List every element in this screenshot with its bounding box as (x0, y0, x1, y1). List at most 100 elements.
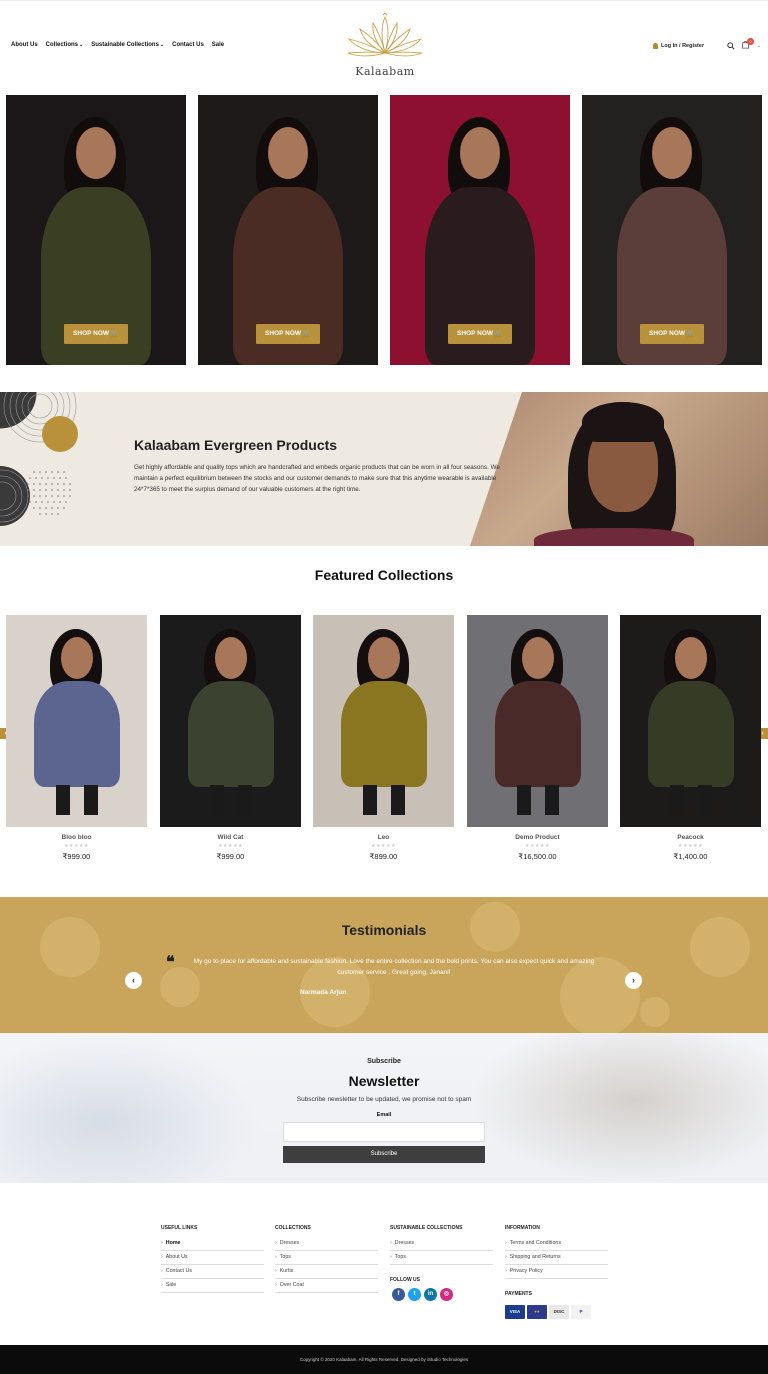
rating-stars: ★★★★★ (525, 843, 550, 849)
testimonials-title: Testimonials (341, 922, 427, 938)
shop-now-button[interactable]: SHOP NOW 🛒 (256, 324, 320, 344)
newsletter-description: Subscribe newsletter to be updated, we p… (296, 1096, 472, 1103)
payments-title: PAYMENTS (505, 1291, 532, 1297)
footer-column-title: COLLECTIONS (275, 1225, 311, 1231)
footer-useful-links: USEFUL LINKS Home About Us Contact Us Sa… (161, 1225, 264, 1293)
hero-card[interactable]: SHOP NOW 🛒 (6, 95, 186, 365)
product-name[interactable]: Peacock (620, 834, 761, 841)
rating-stars: ★★★★★ (64, 843, 89, 849)
hero-card[interactable]: SHOP NOW 🛒 (582, 95, 762, 365)
footer-link-kurtis[interactable]: Kurtis (275, 1265, 378, 1279)
product-card[interactable]: Bloo bloo ★★★★★ ₹999.00 (6, 615, 147, 861)
footer-information: INFORMATION Terms and Conditions Shippin… (505, 1225, 608, 1279)
product-name[interactable]: Leo (313, 834, 454, 841)
copyright-text: Copyright © 2020 Kalaabam. All Rights Re… (299, 1357, 469, 1362)
footer-sustainable: SUSTAINABLE COLLECTIONS Dresses Tops (390, 1225, 493, 1265)
testimonial-author: Narmada Arjun (300, 989, 347, 996)
featured-title: Featured Collections (314, 567, 454, 583)
rating-stars: ★★★★★ (218, 843, 243, 849)
footer-link-sustainable-dresses[interactable]: Dresses (390, 1237, 493, 1251)
shop-now-button[interactable]: SHOP NOW 🛒 (448, 324, 512, 344)
rating-stars: ★★★★★ (371, 843, 396, 849)
testimonial-quote: My go to place for affordable and sustai… (193, 958, 595, 976)
footer-link-terms[interactable]: Terms and Conditions (505, 1237, 608, 1251)
nav-sale[interactable]: Sale (212, 42, 224, 48)
instagram-icon[interactable]: ◎ (440, 1288, 453, 1301)
product-image[interactable] (6, 615, 147, 827)
twitter-icon[interactable]: t (408, 1288, 421, 1301)
site-header: About Us Collections⌄ Sustainable Collec… (0, 0, 768, 90)
product-image[interactable] (620, 615, 761, 827)
footer-collections: COLLECTIONS Dresses Tops Kurtis Over Coa… (275, 1225, 378, 1293)
shop-now-button[interactable]: SHOP NOW 🛒 (640, 324, 704, 344)
product-image[interactable] (313, 615, 454, 827)
evergreen-title: Kalaabam Evergreen Products (134, 437, 338, 453)
newsletter-subtitle: Subscribe (367, 1058, 401, 1065)
hero-card[interactable]: SHOP NOW 🛒 (198, 95, 378, 365)
footer-link-sustainable-tops[interactable]: Tops (390, 1251, 493, 1265)
footer-link-privacy[interactable]: Privacy Policy (505, 1265, 608, 1279)
testimonial-next-arrow[interactable]: › (625, 972, 642, 989)
footer-link-about-us[interactable]: About Us (161, 1251, 264, 1265)
nav-contact-us[interactable]: Contact Us (172, 42, 204, 48)
email-field[interactable] (283, 1122, 485, 1142)
product-card[interactable]: Wild Cat ★★★★★ ₹999.00 (160, 615, 301, 861)
facebook-icon[interactable]: f (392, 1288, 405, 1301)
site-logo[interactable]: Kalaabam (340, 12, 430, 81)
chevron-down-icon: ⌄ (79, 42, 84, 48)
product-name[interactable]: Wild Cat (160, 834, 301, 841)
chevron-down-icon[interactable]: ⌄ (757, 43, 761, 49)
product-name[interactable]: Demo Product (467, 834, 608, 841)
product-price: ₹1,400.00 (673, 852, 708, 861)
footer-column-title: SUSTAINABLE COLLECTIONS (390, 1225, 463, 1231)
subscribe-button[interactable]: Subscribe (283, 1146, 485, 1163)
footer-link-over-coat[interactable]: Over Coat (275, 1279, 378, 1293)
follow-us-title: FOLLOW US (390, 1277, 420, 1283)
email-label: Email (376, 1112, 392, 1118)
footer-link-shipping[interactable]: Shipping and Returns (505, 1251, 608, 1265)
cart-count-badge: 0 (747, 38, 754, 45)
product-price: ₹999.00 (62, 852, 91, 861)
footer-link-sale[interactable]: Sale (161, 1279, 264, 1293)
product-card[interactable]: Demo Product ★★★★★ ₹16,500.00 (467, 615, 608, 861)
decorative-circles (0, 392, 78, 526)
footer-link-dresses[interactable]: Dresses (275, 1237, 378, 1251)
footer-link-home[interactable]: Home (161, 1237, 264, 1251)
footer-link-contact-us[interactable]: Contact Us (161, 1265, 264, 1279)
nav-collections[interactable]: Collections⌄ (46, 42, 84, 48)
main-nav: About Us Collections⌄ Sustainable Collec… (11, 42, 224, 48)
lotus-logo-icon (347, 12, 423, 57)
quote-icon: ❝ (166, 952, 175, 971)
chevron-down-icon: ⌄ (159, 42, 165, 48)
login-label: Log In / Register (661, 43, 705, 49)
product-image[interactable] (160, 615, 301, 827)
nav-about-us[interactable]: About Us (11, 42, 38, 48)
rating-stars: ★★★★★ (678, 843, 703, 849)
shop-now-button[interactable]: SHOP NOW 🛒 (64, 324, 128, 344)
logo-text: Kalaabam (355, 65, 415, 78)
footer-column-title: USEFUL LINKS (161, 1225, 198, 1231)
mastercard-icon: ●● (527, 1305, 547, 1319)
product-price: ₹16,500.00 (518, 852, 557, 861)
user-icon (653, 43, 658, 49)
banner-model-photo (470, 392, 768, 546)
product-name[interactable]: Bloo bloo (6, 834, 147, 841)
linkedin-icon[interactable]: in (424, 1288, 437, 1301)
login-register-link[interactable]: Log In / Register (653, 43, 704, 49)
footer-link-tops[interactable]: Tops (275, 1251, 378, 1265)
hero-card[interactable]: SHOP NOW 🛒 (390, 95, 570, 365)
discover-card-icon: DISC (549, 1305, 569, 1319)
product-image[interactable] (467, 615, 608, 827)
testimonial-prev-arrow[interactable]: ‹ (125, 972, 142, 989)
search-icon[interactable] (727, 42, 735, 50)
nav-sustainable-collections[interactable]: Sustainable Collections⌄ (91, 42, 164, 48)
evergreen-description: Get highly affordable and quality tops w… (134, 464, 500, 493)
paypal-icon: P (571, 1305, 591, 1319)
product-card[interactable]: Peacock ★★★★★ ₹1,400.00 (620, 615, 761, 861)
newsletter-title: Newsletter (348, 1073, 420, 1089)
product-price: ₹899.00 (369, 852, 398, 861)
visa-card-icon: VISA (505, 1305, 525, 1319)
footer-column-title: INFORMATION (505, 1225, 540, 1231)
product-card[interactable]: Leo ★★★★★ ₹899.00 (313, 615, 454, 861)
product-price: ₹999.00 (216, 852, 245, 861)
